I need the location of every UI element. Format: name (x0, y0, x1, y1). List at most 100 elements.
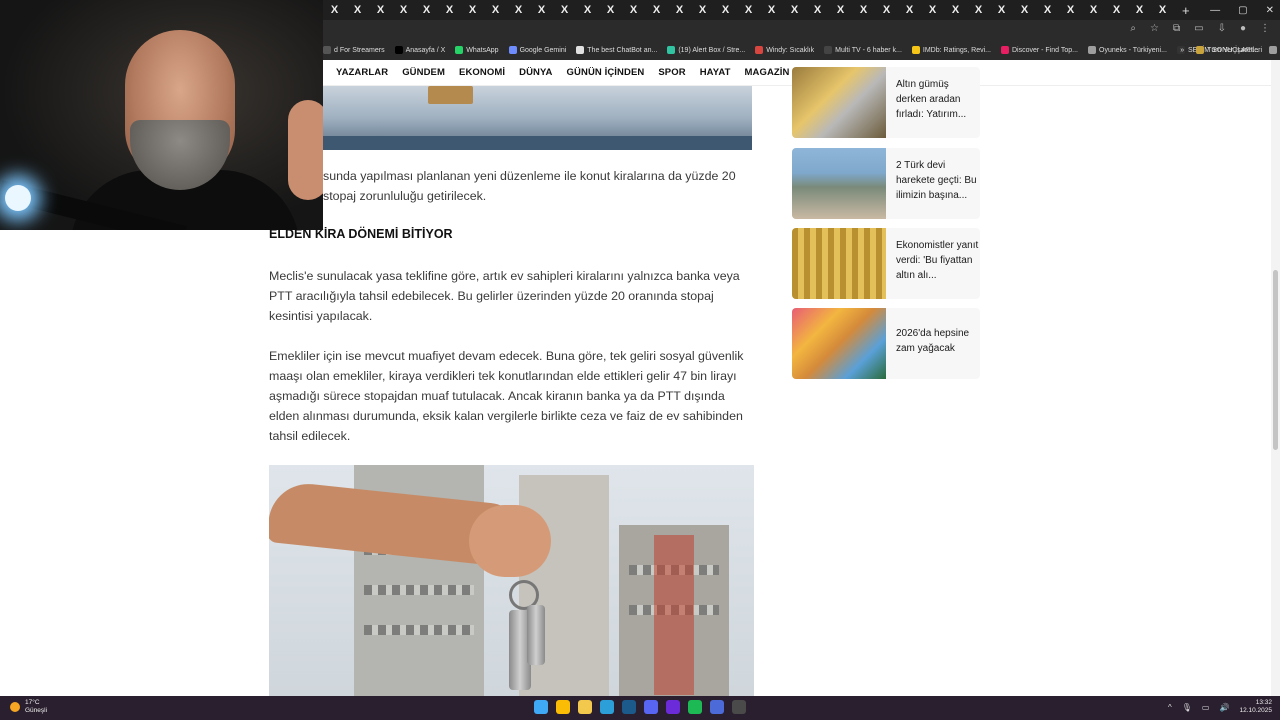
nav-link[interactable]: MAGAZİN (744, 67, 789, 78)
browser-tab[interactable]: X (1059, 0, 1082, 20)
edge-icon[interactable] (600, 700, 614, 714)
nav-link[interactable]: SPOR (658, 67, 685, 78)
browser-tab[interactable]: X (346, 0, 369, 20)
browser-tab[interactable]: X (622, 0, 645, 20)
scrollbar-thumb[interactable] (1273, 270, 1278, 450)
bookmark-favicon-icon (824, 46, 833, 54)
bookmark-item[interactable]: Google Gemini (508, 46, 566, 54)
taskbar-apps (534, 700, 746, 714)
sidebar-news-card[interactable]: 2 Türk devi harekete geçti: Bu ilimizin … (792, 148, 980, 219)
file-explorer-icon[interactable] (578, 700, 592, 714)
browser-tab[interactable]: X (806, 0, 829, 20)
screen: XXXXXXXXXXXXXXXXXXXXXXXXXXXXXXXXXXXXX + … (0, 0, 1280, 720)
browser-tab[interactable]: X (783, 0, 806, 20)
browser-tab[interactable]: X (714, 0, 737, 20)
clock-time: 13:32 (1255, 699, 1272, 706)
bookmark-item[interactable]: The best ChatBot an... (576, 46, 657, 54)
folder-icon (1196, 46, 1205, 54)
microphone-icon[interactable]: 🎙 (1182, 703, 1192, 712)
browser-tab[interactable]: X (760, 0, 783, 20)
browser-tab[interactable]: X (944, 0, 967, 20)
browser-tab[interactable]: X (691, 0, 714, 20)
browser-tab[interactable]: X (461, 0, 484, 20)
maximize-button[interactable]: ▢ (1238, 5, 1247, 16)
browser-tab[interactable]: X (438, 0, 461, 20)
system-clock[interactable]: 13:32 12.10.2025 (1239, 699, 1272, 715)
nav-link[interactable]: GÜNDEM (402, 67, 445, 78)
bookmarks-more-button[interactable]: » (1180, 47, 1184, 54)
nav-link[interactable]: EKONOMİ (459, 67, 505, 78)
browser-tab[interactable]: X (668, 0, 691, 20)
speaker-icon[interactable]: 🔊 (1219, 703, 1229, 712)
bookmark-item[interactable]: WhatsApp (455, 46, 499, 54)
windows-start-icon[interactable] (534, 700, 548, 714)
browser-tab[interactable]: X (1151, 0, 1174, 20)
menu-icon[interactable]: ⋮ (1260, 23, 1270, 34)
browser-tab[interactable]: X (599, 0, 622, 20)
browser-tab[interactable]: X (875, 0, 898, 20)
steam-icon[interactable] (622, 700, 636, 714)
sidebar-news-card[interactable]: 2026'da hepsine zam yağacak (792, 308, 980, 379)
bookmark-item[interactable]: (19) Alert Box / Stre... (667, 46, 745, 54)
minimize-button[interactable]: — (1210, 5, 1220, 16)
browser-tab[interactable]: X (1082, 0, 1105, 20)
bookmark-label: Windy: Sıcaklık (766, 46, 815, 54)
browser-tab[interactable]: X (1105, 0, 1128, 20)
sidebar-icon[interactable]: ▭ (1194, 23, 1203, 34)
all-bookmarks-button[interactable]: Tüm Yer İşaretleri (1196, 46, 1262, 54)
bookmark-item[interactable]: Multi TV - 6 haber k... (824, 46, 902, 54)
browser-tab[interactable]: X (921, 0, 944, 20)
nav-link[interactable]: HAYAT (700, 67, 731, 78)
browser-tab[interactable]: X (829, 0, 852, 20)
browser-tab[interactable]: X (484, 0, 507, 20)
sidebar-news-card[interactable]: Altın gümüş derken aradan fırladı: Yatır… (792, 67, 980, 138)
bookmark-item[interactable]: Oyuneks - Türkiyeni... (1088, 46, 1167, 54)
tab-list: XXXXXXXXXXXXXXXXXXXXXXXXXXXXXXXXXXXXX (323, 0, 1174, 20)
browser-tab[interactable]: X (323, 0, 346, 20)
weather-widget[interactable]: 17°C Güneşli (10, 699, 47, 715)
chrome-icon[interactable] (556, 700, 570, 714)
zoom-icon[interactable]: ⌕ (1130, 23, 1136, 34)
spotify-icon[interactable] (688, 700, 702, 714)
bookmark-item[interactable]: d For Streamers (323, 46, 385, 54)
browser-tab[interactable]: X (576, 0, 599, 20)
browser-tab[interactable]: X (645, 0, 668, 20)
star-icon[interactable]: ☆ (1150, 23, 1159, 34)
browser-tab[interactable]: X (1036, 0, 1059, 20)
bookmark-label: WhatsApp (466, 46, 499, 54)
browser-tab[interactable]: X (737, 0, 760, 20)
bookmark-item[interactable]: Windy: Sıcaklık (755, 46, 814, 54)
close-window-button[interactable]: ✕ (1266, 5, 1274, 16)
browser-tab[interactable]: X (415, 0, 438, 20)
tray-overflow-icon[interactable]: ^ (1168, 703, 1172, 712)
sidebar-news-card[interactable]: Ekonomistler yanıt verdi: 'Bu fiyattan a… (792, 228, 980, 299)
browser-tab[interactable]: X (967, 0, 990, 20)
browser-tab[interactable]: X (369, 0, 392, 20)
discord-icon[interactable] (644, 700, 658, 714)
browser-tab[interactable]: X (1013, 0, 1036, 20)
browser-tab[interactable]: X (898, 0, 921, 20)
nav-link[interactable]: GÜNÜN İÇİNDEN (567, 67, 645, 78)
page-scrollbar[interactable] (1271, 60, 1280, 696)
browser-tab[interactable]: X (852, 0, 875, 20)
browser-tab[interactable]: X (1128, 0, 1151, 20)
downloads-icon[interactable]: ⇩ (1218, 23, 1226, 34)
netflix-app-icon[interactable] (666, 700, 680, 714)
network-icon[interactable]: ▭ (1202, 703, 1210, 712)
nav-link[interactable]: YAZARLAR (336, 67, 388, 78)
browser-tab[interactable]: X (553, 0, 576, 20)
extensions-icon[interactable]: ⧉ (1173, 23, 1180, 34)
profile-icon[interactable]: ● (1240, 23, 1246, 34)
bookmark-item[interactable]: IMDb: Ratings, Revi... (911, 46, 991, 54)
clock-date: 12.10.2025 (1239, 707, 1272, 714)
bookmark-item[interactable]: Anasayfa / X (394, 46, 445, 54)
browser-tab[interactable]: X (990, 0, 1013, 20)
nav-link[interactable]: DÜNYA (519, 67, 552, 78)
new-tab-button[interactable]: + (1182, 3, 1190, 18)
browser-tab[interactable]: X (530, 0, 553, 20)
browser-tab[interactable]: X (507, 0, 530, 20)
browser-tab[interactable]: X (392, 0, 415, 20)
teams-icon[interactable] (710, 700, 724, 714)
obs-icon[interactable] (732, 700, 746, 714)
bookmark-item[interactable]: Discover - Find Top... (1000, 46, 1078, 54)
